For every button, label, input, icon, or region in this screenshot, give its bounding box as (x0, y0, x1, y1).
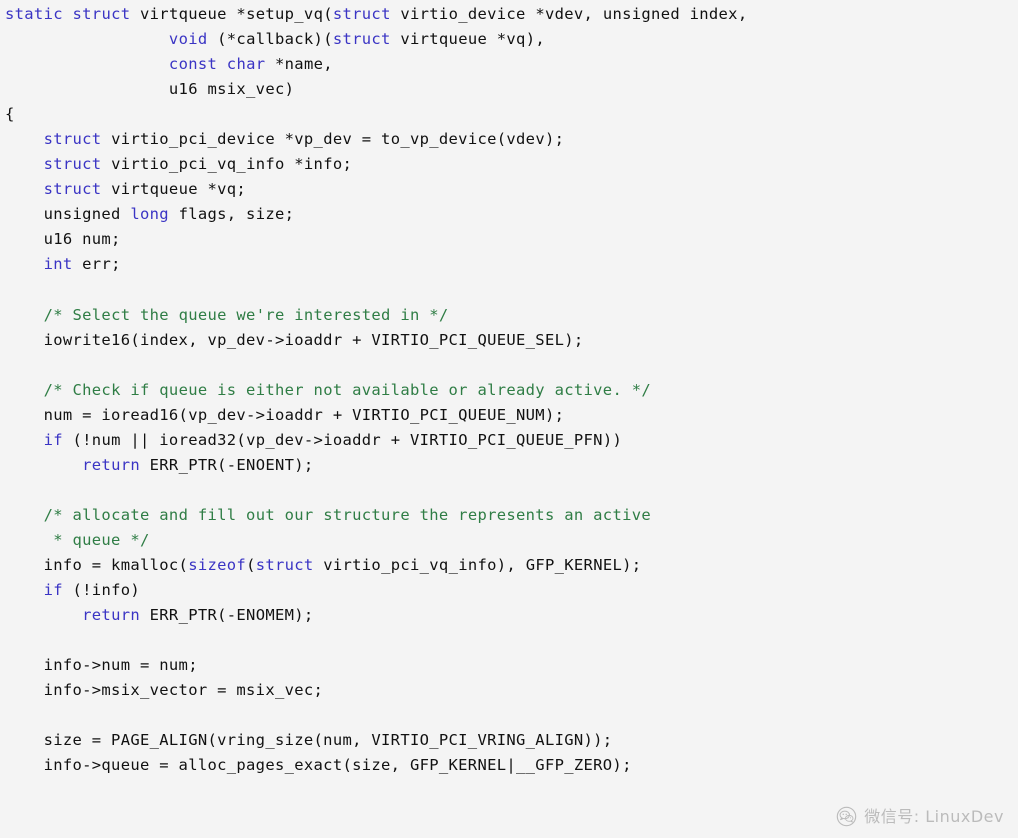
code-line: info->msix_vector = msix_vec; (5, 678, 1018, 703)
code-line: void (*callback)(struct virtqueue *vq), (5, 27, 1018, 52)
code-token: virtqueue *vq), (390, 30, 545, 49)
code-line: { (5, 102, 1018, 127)
code-line: if (!num || ioread32(vp_dev->ioaddr + VI… (5, 428, 1018, 453)
code-line: struct virtio_pci_device *vp_dev = to_vp… (5, 127, 1018, 152)
code-token: info->queue = alloc_pages_exact(size, GF… (5, 756, 632, 775)
code-token: long (130, 205, 169, 224)
code-line: iowrite16(index, vp_dev->ioaddr + VIRTIO… (5, 328, 1018, 353)
code-line: unsigned long flags, size; (5, 202, 1018, 227)
code-token: (!info) (62, 581, 141, 600)
code-token: return (82, 606, 140, 625)
code-token: err; (72, 255, 121, 274)
code-token: flags, size; (168, 205, 295, 224)
code-token: * queue */ (5, 530, 150, 549)
code-token: virtio_device *vdev, unsigned index, (390, 5, 748, 23)
code-token: struct (43, 130, 102, 149)
code-token: struct (43, 155, 102, 174)
code-line: * queue */ (5, 528, 1018, 553)
code-token: size = PAGE_ALIGN(vring_size(num, VIRTIO… (5, 731, 613, 750)
code-token: info->num = num; (5, 656, 198, 675)
code-token: static (5, 5, 63, 23)
code-token: struct (332, 30, 391, 49)
code-token: /* Check if queue is either not availabl… (43, 380, 652, 399)
code-token: virtio_pci_vq_info *info; (101, 155, 353, 174)
code-token: iowrite16(index, vp_dev->ioaddr + VIRTIO… (5, 330, 584, 349)
code-token: num = ioread16(vp_dev->ioaddr + VIRTIO_P… (5, 405, 565, 424)
code-token: const (168, 55, 218, 74)
code-line: u16 num; (5, 227, 1018, 252)
code-token: virtio_pci_vq_info), GFP_KERNEL); (313, 556, 642, 575)
code-token: void (168, 30, 208, 49)
code-token: return (82, 455, 140, 474)
code-token: struct (43, 180, 102, 199)
code-token: info->msix_vector = msix_vec; (5, 681, 324, 700)
code-line: /* Check if queue is either not availabl… (5, 378, 1018, 403)
source-code-block[interactable]: static struct virtqueue *setup_vq(struct… (0, 0, 1018, 778)
code-token: u16 num; (5, 230, 121, 249)
code-line: static struct virtqueue *setup_vq(struct… (5, 2, 1018, 27)
code-token: struct (332, 5, 391, 23)
code-token: /* Select the queue we're interested in … (43, 305, 449, 324)
code-token: ( (246, 556, 256, 575)
code-token: unsigned (5, 205, 131, 224)
code-token: ERR_PTR(-ENOENT); (140, 455, 314, 474)
code-token: virtqueue *vq; (101, 180, 247, 199)
code-line: /* allocate and fill out our structure t… (5, 503, 1018, 528)
code-token: struct (255, 556, 314, 575)
code-token: /* allocate and fill out our structure t… (43, 505, 652, 524)
code-token: struct (72, 5, 131, 23)
code-token: virtio_pci_device *vp_dev = to_vp_device… (101, 130, 565, 149)
code-line: const char *name, (5, 52, 1018, 77)
code-token: char (226, 55, 266, 74)
code-token: ERR_PTR(-ENOMEM); (140, 606, 314, 625)
code-viewer: static struct virtqueue *setup_vq(struct… (0, 0, 1018, 838)
code-token: int (43, 255, 73, 274)
code-line: info->num = num; (5, 653, 1018, 678)
code-line: struct virtqueue *vq; (5, 177, 1018, 202)
code-token: u16 msix_vec) (5, 80, 295, 99)
code-line: /* Select the queue we're interested in … (5, 303, 1018, 328)
code-line: info = kmalloc(sizeof(struct virtio_pci_… (5, 553, 1018, 578)
code-token: (*callback)( (207, 30, 333, 49)
code-token: virtqueue *setup_vq( (130, 5, 333, 23)
code-token: sizeof (188, 556, 247, 575)
code-line: size = PAGE_ALIGN(vring_size(num, VIRTIO… (5, 728, 1018, 753)
code-token: if (43, 581, 63, 600)
code-line: num = ioread16(vp_dev->ioaddr + VIRTIO_P… (5, 403, 1018, 428)
code-token: *name, (265, 55, 333, 74)
code-line: info->queue = alloc_pages_exact(size, GF… (5, 753, 1018, 778)
code-token: (!num || ioread32(vp_dev->ioaddr + VIRTI… (62, 430, 623, 449)
code-line: struct virtio_pci_vq_info *info; (5, 152, 1018, 177)
code-line: int err; (5, 252, 1018, 277)
code-line: return ERR_PTR(-ENOMEM); (5, 603, 1018, 628)
code-token: info = kmalloc( (5, 556, 189, 575)
code-token: { (5, 105, 15, 124)
code-line: u16 msix_vec) (5, 77, 1018, 102)
code-line: return ERR_PTR(-ENOENT); (5, 453, 1018, 478)
code-token: if (43, 430, 63, 449)
code-line: if (!info) (5, 578, 1018, 603)
